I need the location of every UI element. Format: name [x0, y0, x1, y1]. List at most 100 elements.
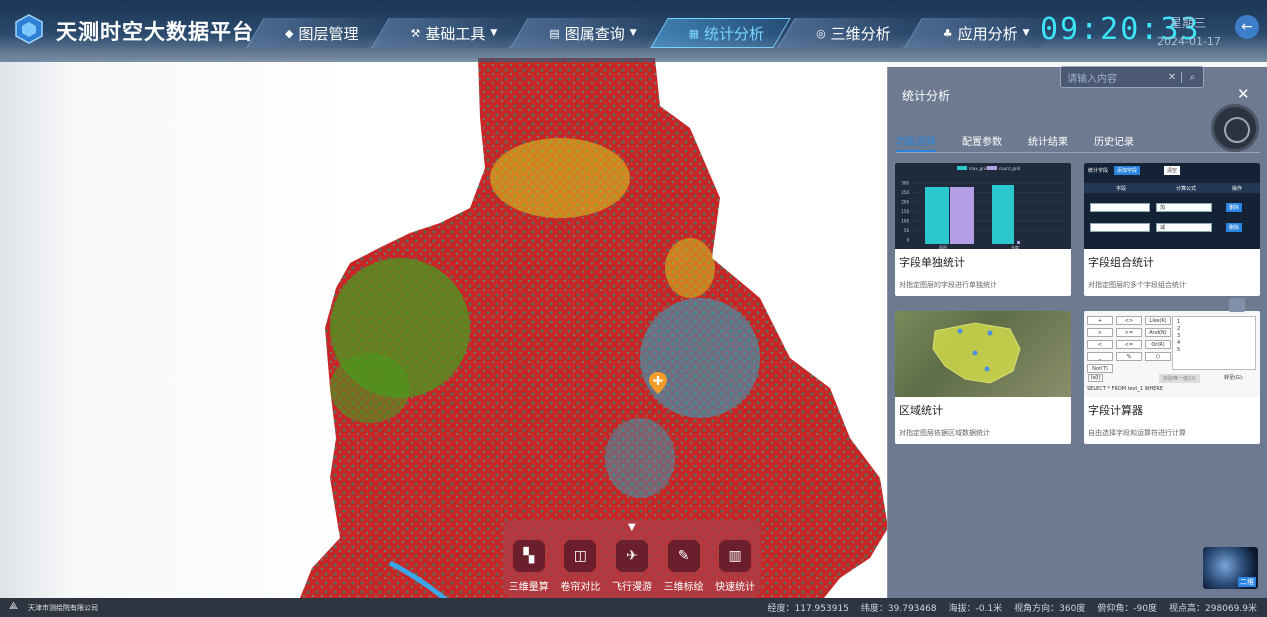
combo-op-2: 减 — [1156, 223, 1212, 232]
search-input[interactable]: 请输入内容 — [1061, 70, 1163, 85]
combo-header-label: 统计字段 — [1088, 168, 1109, 174]
y-tick-label: 100 — [901, 219, 909, 224]
latitude-value: 纬度：39.793468 — [860, 604, 937, 614]
bar-chart-thumbnail: max_grid count_grid 300 250 200 150 100 50 0 面积 长度 — [895, 163, 1071, 249]
calc-value-item: 5 — [1177, 347, 1181, 353]
calculator-thumbnail: + <> Like(K) > >= And(N) < <= Or(R) _%() Not(T) 12… — [1084, 311, 1260, 397]
toolbar-item-0[interactable]: ▚ 三维量算 — [504, 540, 554, 593]
calc-key: Not(T) — [1087, 364, 1113, 373]
legend-swatch — [987, 166, 997, 170]
search-icon[interactable]: ⌕ — [1181, 71, 1203, 83]
card-title: 区域统计 — [899, 404, 943, 417]
calc-jump-label: 转至(G): — [1224, 375, 1244, 381]
toolbar-label: 三维标绘 — [663, 582, 704, 593]
legend-label: max_grid — [969, 166, 988, 171]
calc-value-item: 3 — [1177, 333, 1181, 339]
toolbar-item-1[interactable]: ◫ 卷帘对比 — [555, 540, 605, 593]
stats-icon: ▦ — [688, 26, 700, 40]
calc-key: <> — [1116, 316, 1142, 325]
status-bar: ⟁ 天津市测绘院有限公司 经度：117.953915 纬度：39.793468 … — [0, 598, 1267, 617]
nav-item-1[interactable]: ⚒ 基础工具 ▼ — [380, 18, 515, 48]
nav-item-2[interactable]: ▤ 图属查询 ▼ — [519, 18, 654, 48]
calc-value-item: 4 — [1177, 340, 1181, 346]
nav-label: 基础工具 — [425, 24, 486, 43]
tab-3[interactable]: 历史记录 — [1094, 133, 1134, 152]
toolbar-item-3[interactable]: ✎ 三维标绘 — [659, 540, 709, 593]
tab-1[interactable]: 配置参数 — [962, 133, 1002, 152]
panel-title: 统计分析 — [902, 89, 951, 103]
y-tick-label: 50 — [904, 228, 910, 233]
cube-logo-icon — [15, 14, 43, 44]
nav-item-0[interactable]: ◆ 图层管理 — [255, 18, 376, 48]
thumb-bar — [925, 187, 949, 244]
calc-key: _ — [1087, 352, 1113, 361]
card-title: 字段组合统计 — [1088, 256, 1154, 269]
apps-icon: ♣ — [942, 26, 953, 40]
y-tick-label: 300 — [901, 181, 909, 186]
cyan-zone — [605, 418, 675, 498]
coordinate-readout: 经度：117.953915 纬度：39.793468 海拔：-0.1米 视角方向… — [768, 601, 1257, 614]
toolbar-collapse-icon[interactable]: ▼ — [628, 522, 636, 533]
plot-icon: ✎ — [667, 540, 700, 572]
nav-label: 图层管理 — [298, 24, 359, 43]
yellow-zone — [490, 138, 630, 218]
measure-icon: ▚ — [512, 540, 545, 572]
combo-col-field: 字段 — [1116, 186, 1127, 192]
tab-2[interactable]: 统计结果 — [1028, 133, 1068, 152]
globe-overview-icon[interactable]: 二维 — [1203, 547, 1258, 589]
clear-icon[interactable]: ✕ — [1163, 72, 1181, 83]
query-icon: ▤ — [549, 26, 560, 40]
legend-swatch — [957, 166, 967, 170]
card-field-combo-stats[interactable]: 统计字段 添加字段 清空 字段 计算公式 操作 加 删除 减 删除 字段组合统计… — [1084, 163, 1260, 296]
panel-tabs: 功能选择 配置参数 统计结果 历史记录 — [896, 133, 1260, 153]
layers-icon: ◆ — [285, 26, 294, 40]
region-thumb-shape — [932, 322, 1021, 384]
toolbar-label: 三维量算 — [508, 582, 549, 593]
card-desc: 对指定图层的字段进行单独统计 — [899, 281, 997, 289]
card-region-stats[interactable]: 区域统计 对指定图层依据区域数据统计 — [895, 311, 1071, 444]
cyan-zone — [640, 298, 760, 418]
y-tick-label: 0 — [906, 238, 909, 243]
y-tick-label: 250 — [901, 190, 909, 195]
nav-item-3[interactable]: ▦ 统计分析 — [659, 18, 782, 48]
calc-key: () — [1145, 352, 1171, 361]
card-field-single-stats[interactable]: max_grid count_grid 300 250 200 150 100 50 0 面积 长度… — [895, 163, 1071, 296]
toolbar-item-2[interactable]: ✈ 飞行漫游 — [607, 540, 657, 593]
clock-weekday: 星期三 — [1170, 16, 1207, 30]
calc-unique-button: 获取唯一值(U) — [1159, 374, 1200, 383]
location-marker-icon[interactable] — [649, 372, 667, 394]
combo-col-action: 操作 — [1232, 186, 1243, 192]
card-desc: 自由选择字段和运算符进行计算 — [1088, 429, 1186, 437]
region-map-thumbnail — [895, 311, 1071, 397]
thumb-bar-chart: max_grid count_grid 300 250 200 150 100 50 0 面积 长度 — [901, 166, 1065, 249]
calc-key: And(N) — [1145, 328, 1171, 337]
card-field-calculator[interactable]: + <> Like(K) > >= And(N) < <= Or(R) _%() Not(T) 12… — [1084, 311, 1260, 444]
back-arrow-icon[interactable]: ← — [1235, 15, 1259, 39]
close-icon[interactable]: ✕ — [1237, 85, 1250, 103]
thumb-bar — [992, 185, 1014, 244]
combo-delete-2: 删除 — [1226, 223, 1243, 232]
clock-date: 2024-01-17 — [1157, 35, 1221, 48]
globe-toggle-label[interactable]: 二维 — [1238, 577, 1256, 587]
card-desc: 对指定图层的多个字段组合统计 — [1088, 281, 1186, 289]
tab-0[interactable]: 功能选择 — [896, 133, 936, 152]
calc-key: > — [1087, 328, 1113, 337]
calc-key: Like(K) — [1145, 316, 1171, 325]
combo-clear-button: 清空 — [1164, 166, 1181, 175]
nav-item-5[interactable]: ♣ 应用分析 ▼ — [913, 18, 1048, 48]
calc-sql-text: SELECT * FROM test_1 WHERE — [1087, 386, 1164, 392]
calc-value-item: 2 — [1177, 326, 1181, 332]
toolbar-item-4[interactable]: ▥ 快速统计 — [710, 540, 760, 593]
legend-label: count_grid — [999, 166, 1021, 171]
globe-icon: ◎ — [816, 26, 826, 40]
search-box[interactable]: 请输入内容 ✕ ⌕ — [1060, 66, 1204, 88]
chevron-down-icon: ▼ — [629, 28, 637, 38]
nav-item-4[interactable]: ◎ 三维分析 — [786, 18, 909, 48]
panel-side-handle[interactable] — [1229, 298, 1245, 312]
swipe-icon: ◫ — [564, 540, 597, 572]
top-header: 天测时空大数据平台 ◆ 图层管理 ⚒ 基础工具 ▼ ▤ 图属查询 ▼ ▦ 统计分析 ◎ 三维分析 ♣ 应用… — [0, 0, 1267, 62]
card-desc: 对指定图层依据区域数据统计 — [899, 429, 990, 437]
toolbar-label: 飞行漫游 — [611, 582, 652, 593]
calc-value-item: 1 — [1177, 319, 1181, 325]
nav-label: 图属查询 — [564, 24, 625, 43]
